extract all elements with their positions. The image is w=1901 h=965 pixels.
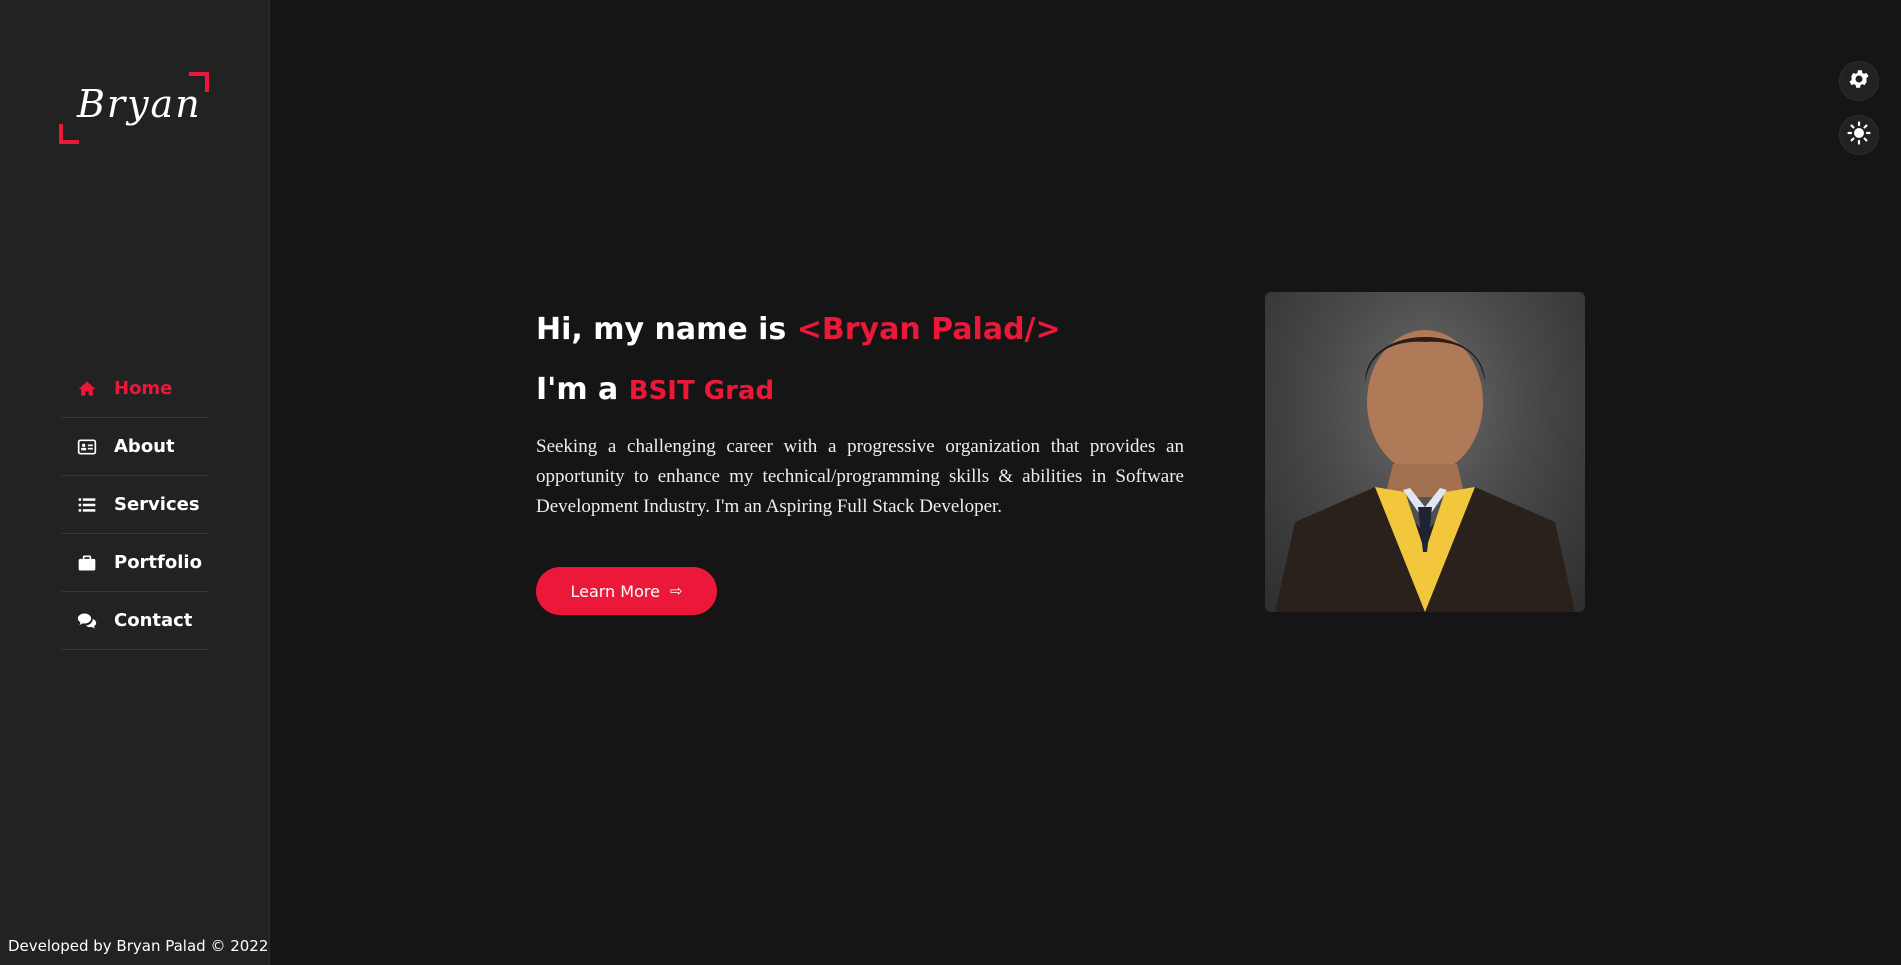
nav-label: Home — [114, 378, 173, 399]
learn-more-label: Learn More — [570, 581, 660, 601]
hero-description: Seeking a challenging career with a prog… — [536, 436, 1184, 517]
hero-name: <Bryan Palad/> — [796, 312, 1061, 347]
settings-button[interactable] — [1839, 61, 1879, 101]
nav-label: Services — [114, 494, 200, 515]
profile-photo — [1265, 292, 1585, 612]
main-nav: Home About Services Portfolio Contact — [62, 360, 208, 650]
home-icon — [76, 378, 98, 400]
sun-icon — [1847, 120, 1871, 150]
logo[interactable]: Bryan — [59, 72, 209, 144]
logo-text: Bryan — [77, 82, 202, 126]
nav-label: About — [114, 436, 175, 457]
nav-item-home[interactable]: Home — [62, 360, 208, 418]
sidebar: Bryan Home About Services Portfolio Cont… — [0, 0, 270, 965]
gear-icon — [1847, 67, 1871, 96]
arrow-right-icon: ⇨ — [669, 582, 683, 600]
hero-greeting: Hi, my name is <Bryan Palad/> — [536, 306, 1184, 354]
nav-item-portfolio[interactable]: Portfolio — [62, 534, 208, 592]
logo-corner-bottom-left — [59, 124, 79, 144]
nav-item-services[interactable]: Services — [62, 476, 208, 534]
hero-role: I'm a BSIT Grad — [536, 366, 1184, 414]
greeting-text: Hi, my name is — [536, 312, 797, 347]
briefcase-icon — [76, 552, 98, 574]
list-icon — [76, 494, 98, 516]
role-prefix: I'm a — [536, 372, 629, 407]
nav-item-contact[interactable]: Contact — [62, 592, 208, 650]
id-card-icon — [76, 436, 98, 458]
theme-toggle-button[interactable] — [1839, 115, 1879, 155]
comments-icon — [76, 610, 98, 632]
learn-more-button[interactable]: Learn More ⇨ — [536, 567, 717, 615]
hero-section: Hi, my name is <Bryan Palad/> I'm a BSIT… — [536, 306, 1184, 541]
role-text: BSIT Grad — [628, 376, 775, 406]
nav-label: Contact — [114, 610, 193, 631]
footer-credit: Developed by Bryan Palad © 2022 — [8, 937, 269, 955]
nav-label: Portfolio — [114, 552, 202, 573]
nav-item-about[interactable]: About — [62, 418, 208, 476]
